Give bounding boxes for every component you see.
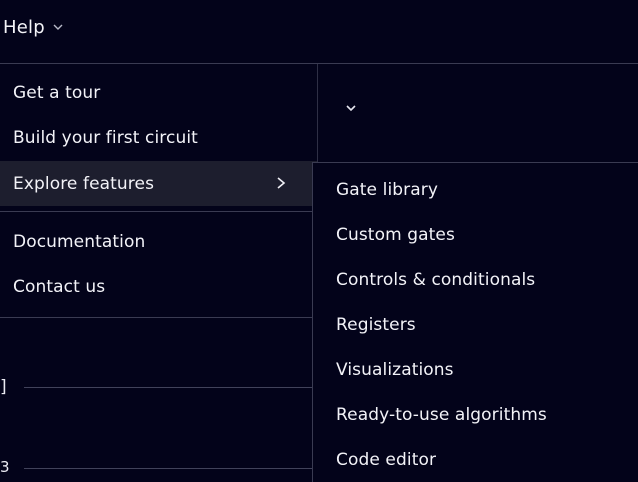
panel-divider [317, 64, 318, 162]
menu-item-label: Explore features [13, 173, 155, 194]
background-glyph: ] [0, 377, 7, 397]
submenu-item-custom-gates[interactable]: Custom gates [313, 212, 638, 257]
submenu-item-label: Ready-to-use algorithms [336, 404, 547, 425]
help-menu-label: Help [3, 16, 45, 38]
menu-item-contact-us[interactable]: Contact us [0, 264, 317, 309]
chevron-right-icon [277, 177, 286, 189]
menu-item-label: Build your first circuit [13, 127, 198, 148]
menu-separator [0, 211, 317, 212]
menu-item-label: Get a tour [13, 82, 101, 103]
submenu-item-label: Code editor [336, 449, 437, 470]
menu-item-get-a-tour[interactable]: Get a tour [0, 70, 317, 115]
menu-item-label: Contact us [13, 276, 106, 297]
menu-item-documentation[interactable]: Documentation [0, 219, 317, 264]
menu-item-build-first-circuit[interactable]: Build your first circuit [0, 115, 317, 160]
submenu-item-label: Custom gates [336, 224, 455, 245]
top-bar: Help [0, 0, 638, 63]
submenu-item-label: Controls & conditionals [336, 269, 536, 290]
background-glyph: 3 [0, 458, 10, 476]
background-panel [318, 64, 638, 161]
panel-chevron-down-icon[interactable] [344, 101, 358, 115]
submenu-item-gate-library[interactable]: Gate library [313, 167, 638, 212]
menu-item-explore-features[interactable]: Explore features [0, 161, 317, 206]
menu-item-label: Documentation [13, 231, 146, 252]
submenu-item-label: Gate library [336, 179, 439, 200]
submenu-item-visualizations[interactable]: Visualizations [313, 347, 638, 392]
app-root: Help ] 3 Get a tour Build your first cir… [0, 0, 638, 482]
help-dropdown-menu: Get a tour Build your first circuit Expl… [0, 64, 317, 318]
background-line [24, 387, 312, 388]
submenu-item-label: Visualizations [336, 359, 454, 380]
explore-features-submenu: Gate library Custom gates Controls & con… [312, 162, 638, 482]
submenu-item-controls-conditionals[interactable]: Controls & conditionals [313, 257, 638, 302]
submenu-item-code-editor[interactable]: Code editor [313, 437, 638, 482]
submenu-item-ready-to-use-algorithms[interactable]: Ready-to-use algorithms [313, 392, 638, 437]
help-menu-button[interactable]: Help [3, 14, 64, 40]
submenu-item-registers[interactable]: Registers [313, 302, 638, 347]
background-line [24, 468, 312, 469]
chevron-down-icon [53, 24, 63, 30]
submenu-item-label: Registers [336, 314, 416, 335]
